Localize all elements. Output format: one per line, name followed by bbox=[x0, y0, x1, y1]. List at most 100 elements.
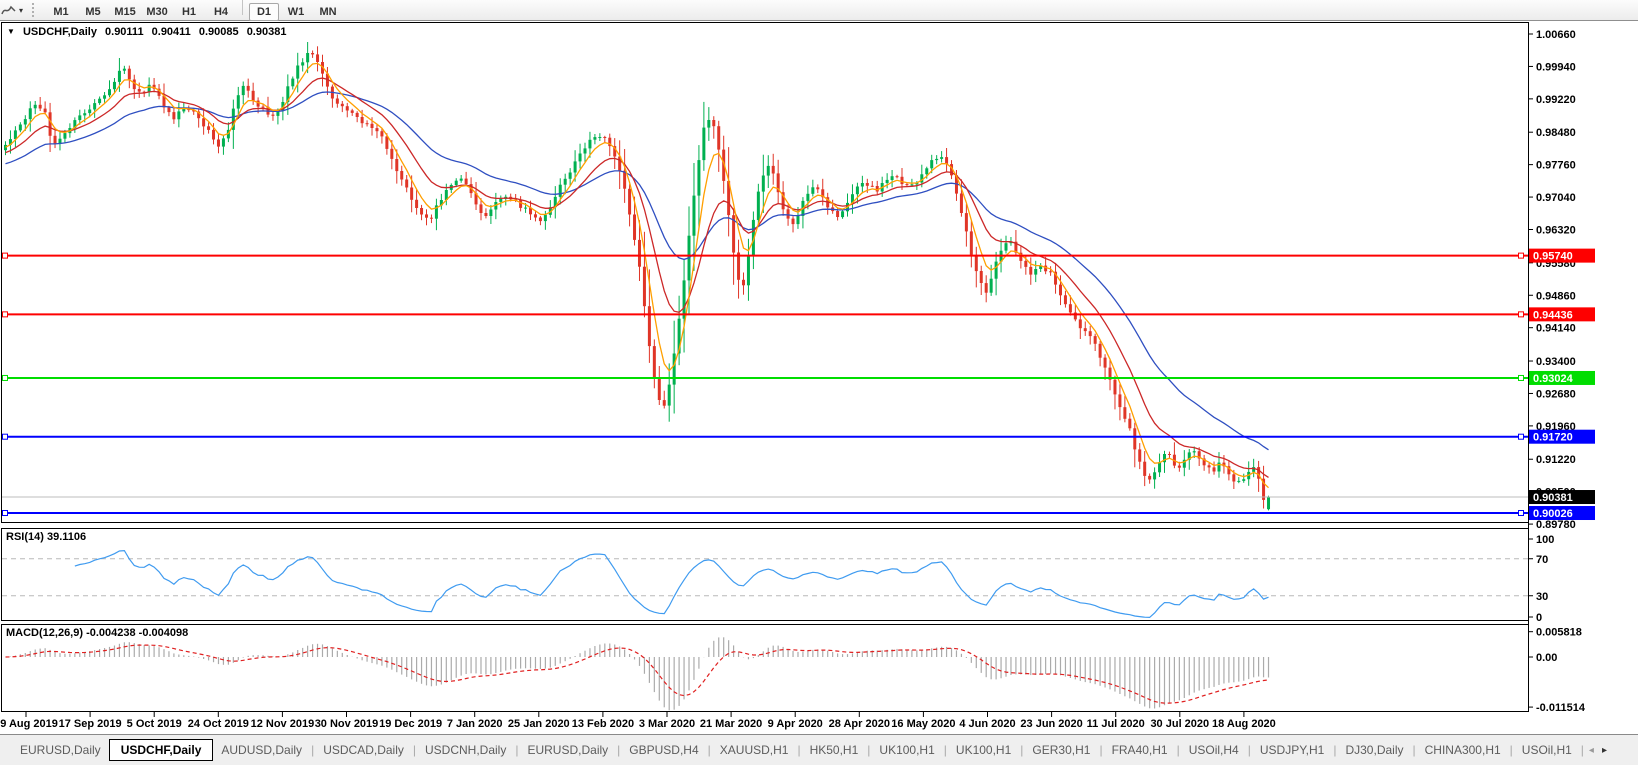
main-price-panel[interactable] bbox=[2, 42, 1528, 516]
timeframe-button-h1[interactable]: H1 bbox=[174, 3, 204, 21]
rsi-tick-label: 30 bbox=[1536, 591, 1548, 603]
candle-body bbox=[584, 148, 587, 153]
candle-body bbox=[118, 71, 121, 82]
candle-body bbox=[460, 179, 463, 181]
candle-body bbox=[1232, 474, 1235, 481]
date-tick-label: 17 Sep 2019 bbox=[59, 718, 122, 730]
chart-tab-usdchf-daily[interactable]: USDCHF,Daily bbox=[109, 739, 214, 761]
hline-handle[interactable] bbox=[3, 434, 8, 439]
timeframe-button-m15[interactable]: M15 bbox=[110, 3, 140, 21]
tab-scroll-right-icon[interactable]: ▸ bbox=[1598, 745, 1611, 756]
candle-body bbox=[405, 180, 408, 188]
macd-panel-frame bbox=[2, 625, 1529, 712]
candle-body bbox=[1208, 465, 1211, 467]
date-tick-label: 3 Mar 2020 bbox=[639, 718, 695, 730]
chart-tab-fra40-h1[interactable]: FRA40,H1 bbox=[1104, 740, 1176, 760]
chart-tab-uk100-h1[interactable]: UK100,H1 bbox=[871, 740, 942, 760]
main-panel-frame bbox=[2, 23, 1529, 523]
candle-body bbox=[420, 208, 423, 215]
candle-body bbox=[400, 171, 403, 180]
timeframe-button-m30[interactable]: M30 bbox=[142, 3, 172, 21]
candle-body bbox=[1089, 331, 1092, 336]
candle-body bbox=[806, 194, 809, 201]
candle-body bbox=[1267, 497, 1270, 509]
draw-tool-icon[interactable] bbox=[1, 2, 17, 18]
hline-handle[interactable] bbox=[1519, 434, 1524, 439]
quote-open: 0.90111 bbox=[105, 26, 144, 38]
rsi-panel[interactable] bbox=[2, 551, 1528, 618]
candle-body bbox=[410, 188, 413, 200]
candle-body bbox=[653, 346, 656, 377]
candle-body bbox=[356, 113, 359, 117]
chart-tab-eurusd-daily[interactable]: EURUSD,Daily bbox=[12, 740, 109, 760]
timeframe-button-mn[interactable]: MN bbox=[313, 3, 343, 21]
price-level-tag-text: 0.95740 bbox=[1533, 251, 1573, 263]
dropdown-caret-icon[interactable]: ▾ bbox=[19, 6, 23, 15]
candle-body bbox=[1237, 481, 1240, 482]
date-tick-label: 25 Jan 2020 bbox=[508, 718, 570, 730]
candle-body bbox=[910, 184, 913, 185]
rsi-tick-label: 100 bbox=[1536, 534, 1554, 546]
chart-tab-china300-h1[interactable]: CHINA300,H1 bbox=[1417, 740, 1509, 760]
macd-tick-label: 0.00 bbox=[1536, 652, 1557, 664]
timeframe-button-d1[interactable]: D1 bbox=[249, 3, 279, 21]
hline-handle[interactable] bbox=[3, 312, 8, 317]
chart-tab-usdjpy-h1[interactable]: USDJPY,H1 bbox=[1252, 740, 1332, 760]
chart-canvas[interactable]: 1.006600.999400.992200.984800.977600.970… bbox=[0, 0, 1638, 734]
candle-body bbox=[385, 136, 388, 149]
candle-body bbox=[697, 160, 700, 196]
candle-body bbox=[296, 66, 299, 79]
candle-body bbox=[1213, 467, 1216, 471]
candle-body bbox=[465, 179, 468, 185]
chart-tab-audusd-daily[interactable]: AUDUSD,Daily bbox=[213, 740, 310, 760]
timeframe-button-w1[interactable]: W1 bbox=[281, 3, 311, 21]
candle-body bbox=[1079, 319, 1082, 328]
time-axis[interactable]: 29 Aug 201917 Sep 20195 Oct 201924 Oct 2… bbox=[0, 712, 1276, 730]
chart-tab-dj30-daily[interactable]: DJ30,Daily bbox=[1337, 740, 1411, 760]
candle-body bbox=[930, 160, 933, 168]
chart-tab-xauusd-h1[interactable]: XAUUSD,H1 bbox=[712, 740, 797, 760]
timeframe-button-m5[interactable]: M5 bbox=[78, 3, 108, 21]
candle-body bbox=[222, 138, 225, 146]
symbol-dropdown-icon[interactable]: ▼ bbox=[7, 27, 15, 36]
candle-body bbox=[1168, 454, 1171, 455]
candle-body bbox=[336, 99, 339, 104]
candle-body bbox=[524, 208, 527, 209]
candle-body bbox=[455, 181, 458, 185]
hline-handle[interactable] bbox=[1519, 312, 1524, 317]
price-level-tag-text: 0.94436 bbox=[1533, 309, 1573, 321]
chart-tab-usdcnh-daily[interactable]: USDCNH,Daily bbox=[417, 740, 514, 760]
timeframe-button-h4[interactable]: H4 bbox=[206, 3, 236, 21]
chart-tab-usoil-h1[interactable]: USOil,H1 bbox=[1514, 740, 1580, 760]
chart-tab-usdcad-daily[interactable]: USDCAD,Daily bbox=[315, 740, 412, 760]
chart-tab-gbpusd-h4[interactable]: GBPUSD,H4 bbox=[621, 740, 706, 760]
hline-handle[interactable] bbox=[1519, 511, 1524, 516]
hline-handle[interactable] bbox=[3, 511, 8, 516]
chart-tab-uk100-h1[interactable]: UK100,H1 bbox=[948, 740, 1019, 760]
tab-scroll-left-icon[interactable]: ◂ bbox=[1585, 745, 1598, 756]
hline-handle[interactable] bbox=[1519, 253, 1524, 258]
macd-panel[interactable] bbox=[6, 637, 1269, 710]
timeframe-toolbar: ▾ M1M5M15M30H1H4 D1W1MN bbox=[0, 0, 1638, 21]
price-tick-label: 0.97760 bbox=[1536, 160, 1576, 172]
toolbar-grip[interactable] bbox=[32, 3, 38, 17]
hline-handle[interactable] bbox=[3, 253, 8, 258]
candle-body bbox=[78, 115, 81, 120]
chart-tab-ger30-h1[interactable]: GER30,H1 bbox=[1024, 740, 1098, 760]
candle-body bbox=[177, 111, 180, 119]
chart-tab-hk50-h1[interactable]: HK50,H1 bbox=[802, 740, 867, 760]
hline-handle[interactable] bbox=[3, 375, 8, 380]
date-tick-label: 28 Apr 2020 bbox=[829, 718, 890, 730]
chart-tab-bar: EURUSD,DailyUSDCHF,DailyAUDUSD,Daily|USD… bbox=[0, 734, 1638, 765]
chart-tab-eurusd-daily[interactable]: EURUSD,Daily bbox=[519, 740, 616, 760]
candle-body bbox=[1084, 328, 1087, 331]
chart-tab-usoil-h4[interactable]: USOil,H4 bbox=[1181, 740, 1247, 760]
candle-body bbox=[965, 213, 968, 231]
candle-body bbox=[207, 126, 210, 130]
timeframe-button-m1[interactable]: M1 bbox=[46, 3, 76, 21]
candle-body bbox=[39, 105, 42, 109]
candle-body bbox=[24, 119, 27, 124]
hline-handle[interactable] bbox=[1519, 375, 1524, 380]
candle-body bbox=[291, 79, 294, 87]
date-tick-label: 21 Mar 2020 bbox=[700, 718, 762, 730]
